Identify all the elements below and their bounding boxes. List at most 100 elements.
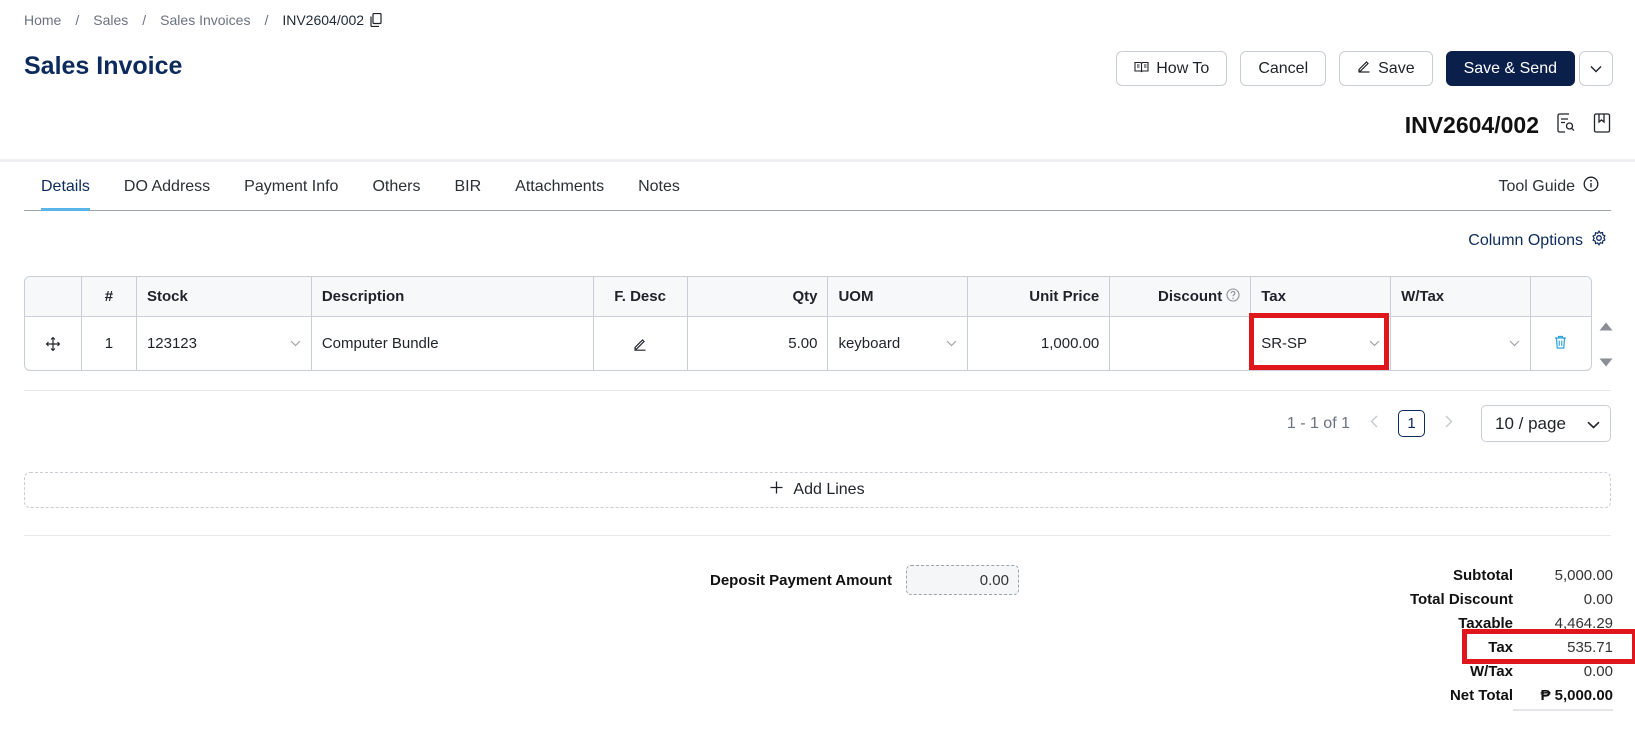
table-header-row: # Stock Description F. Desc Qty UOM Unit… bbox=[25, 277, 1591, 317]
tab-notes[interactable]: Notes bbox=[621, 162, 697, 210]
header-stock: Stock bbox=[137, 277, 312, 316]
scroll-up-icon[interactable] bbox=[1599, 318, 1613, 336]
pagination: 1 - 1 of 1 1 10 / page bbox=[1287, 405, 1611, 442]
plus-icon bbox=[770, 481, 783, 499]
row-scroll-controls bbox=[1599, 318, 1613, 372]
description-input[interactable]: Computer Bundle bbox=[312, 317, 594, 370]
deposit-amount-input[interactable]: 0.00 bbox=[905, 565, 1019, 595]
column-options-label: Column Options bbox=[1468, 231, 1583, 249]
how-to-label: How To bbox=[1156, 59, 1210, 77]
uom-select[interactable]: keyboard bbox=[828, 317, 969, 370]
tab-others[interactable]: Others bbox=[355, 162, 437, 210]
subtotal-value: 5,000.00 bbox=[1554, 566, 1613, 584]
add-lines-button[interactable]: Add Lines bbox=[24, 472, 1611, 508]
subtotal-label: Subtotal bbox=[1453, 566, 1513, 584]
document-number-bar: INV2604/002 bbox=[1405, 112, 1611, 139]
chevron-down-icon bbox=[1590, 60, 1602, 78]
stock-select[interactable]: 123123 bbox=[137, 317, 312, 370]
cancel-button[interactable]: Cancel bbox=[1240, 51, 1327, 86]
total-discount-value: 0.00 bbox=[1583, 590, 1613, 608]
tax-total-highlight bbox=[1462, 629, 1635, 664]
tab-attachments[interactable]: Attachments bbox=[498, 162, 621, 210]
breadcrumb-home[interactable]: Home bbox=[24, 12, 61, 28]
scroll-down-icon[interactable] bbox=[1599, 354, 1613, 372]
discount-input[interactable] bbox=[1110, 317, 1252, 370]
tax-cell-highlight bbox=[1249, 313, 1389, 370]
pagination-range: 1 - 1 of 1 bbox=[1286, 414, 1350, 432]
header-unit-price: Unit Price bbox=[968, 277, 1111, 316]
add-lines-label: Add Lines bbox=[793, 481, 865, 498]
header-number: # bbox=[82, 277, 137, 316]
total-discount-row: Total Discount 0.00 bbox=[1393, 587, 1613, 611]
document-search-icon[interactable] bbox=[1557, 113, 1575, 138]
header-actions bbox=[1531, 277, 1591, 316]
stock-value: 123123 bbox=[146, 335, 197, 352]
page-size-select[interactable]: 10 / page bbox=[1481, 405, 1611, 442]
qty-input[interactable]: 5.00 bbox=[688, 317, 829, 370]
deposit-label: Deposit Payment Amount bbox=[710, 571, 892, 589]
pencil-icon bbox=[1357, 59, 1371, 78]
breadcrumb-current: INV2604/002 bbox=[282, 12, 365, 28]
tool-guide-label: Tool Guide bbox=[1498, 177, 1576, 195]
tab-details[interactable]: Details bbox=[24, 162, 107, 211]
more-actions-button[interactable] bbox=[1579, 51, 1613, 86]
header-description: Description bbox=[312, 277, 594, 316]
unit-price-input[interactable]: 1,000.00 bbox=[968, 317, 1111, 370]
wtax-label: W/Tax bbox=[1469, 662, 1513, 680]
tab-payment-info[interactable]: Payment Info bbox=[227, 162, 355, 210]
section-divider bbox=[24, 535, 1611, 536]
edit-description-icon[interactable] bbox=[594, 317, 688, 370]
save-and-send-button[interactable]: Save & Send bbox=[1445, 51, 1575, 86]
header-fdesc: F. Desc bbox=[594, 277, 688, 316]
header-wtax: W/Tax bbox=[1391, 277, 1531, 316]
column-options-button[interactable]: Column Options bbox=[1468, 230, 1607, 251]
help-icon[interactable] bbox=[1226, 287, 1240, 306]
how-to-button[interactable]: How To bbox=[1116, 51, 1228, 86]
copy-icon[interactable] bbox=[370, 13, 382, 27]
chevron-down-icon bbox=[290, 340, 301, 347]
chevron-left-icon[interactable] bbox=[1370, 415, 1378, 433]
chevron-down-icon bbox=[946, 340, 957, 347]
page-title: Sales Invoice bbox=[24, 52, 183, 80]
page-size-value: 10 / page bbox=[1495, 413, 1566, 433]
breadcrumb-sales-invoices[interactable]: Sales Invoices bbox=[160, 12, 250, 28]
trash-icon bbox=[1554, 335, 1567, 353]
bookmark-icon[interactable] bbox=[1593, 113, 1611, 138]
wtax-value: 0.00 bbox=[1583, 662, 1613, 680]
tab-do-address[interactable]: DO Address bbox=[107, 162, 227, 210]
header-discount-label: Discount bbox=[1158, 288, 1223, 305]
header-drag bbox=[25, 277, 82, 316]
drag-handle-icon[interactable] bbox=[25, 317, 82, 370]
wtax-select[interactable] bbox=[1391, 317, 1531, 370]
save-button[interactable]: Save bbox=[1339, 51, 1433, 86]
breadcrumb-separator: / bbox=[75, 12, 80, 28]
table-divider bbox=[24, 390, 1611, 391]
action-bar: How To Cancel Save Save & Send bbox=[1116, 51, 1613, 86]
row-number: 1 bbox=[82, 317, 137, 370]
book-icon bbox=[1134, 60, 1149, 78]
breadcrumb-separator: / bbox=[264, 12, 269, 28]
tool-guide-button[interactable]: Tool Guide bbox=[1499, 176, 1600, 197]
chevron-down-icon bbox=[1509, 340, 1520, 347]
header-discount: Discount bbox=[1110, 277, 1252, 316]
header-tax: Tax bbox=[1251, 277, 1392, 316]
header-qty: Qty bbox=[688, 277, 829, 316]
header-uom: UOM bbox=[828, 277, 969, 316]
breadcrumb-sales[interactable]: Sales bbox=[93, 12, 128, 28]
net-total-label: Net Total bbox=[1449, 686, 1513, 704]
info-icon bbox=[1583, 176, 1599, 197]
net-total-value: ₱ 5,000.00 bbox=[1540, 686, 1613, 704]
delete-row-button[interactable] bbox=[1531, 317, 1591, 370]
breadcrumb: Home / Sales / Sales Invoices / INV2604/… bbox=[24, 12, 382, 28]
net-total-underline bbox=[1513, 709, 1613, 711]
breadcrumb-separator: / bbox=[142, 12, 147, 28]
net-total-row: Net Total ₱ 5,000.00 bbox=[1393, 683, 1613, 707]
deposit-payment: Deposit Payment Amount 0.00 bbox=[710, 565, 1019, 595]
subtotal-row: Subtotal 5,000.00 bbox=[1393, 563, 1613, 587]
document-number: INV2604/002 bbox=[1404, 112, 1539, 138]
chevron-down-icon bbox=[1587, 414, 1600, 434]
page-button[interactable]: 1 bbox=[1398, 410, 1425, 437]
tab-bir[interactable]: BIR bbox=[437, 162, 498, 210]
chevron-right-icon[interactable] bbox=[1445, 415, 1453, 433]
uom-value: keyboard bbox=[838, 335, 901, 352]
